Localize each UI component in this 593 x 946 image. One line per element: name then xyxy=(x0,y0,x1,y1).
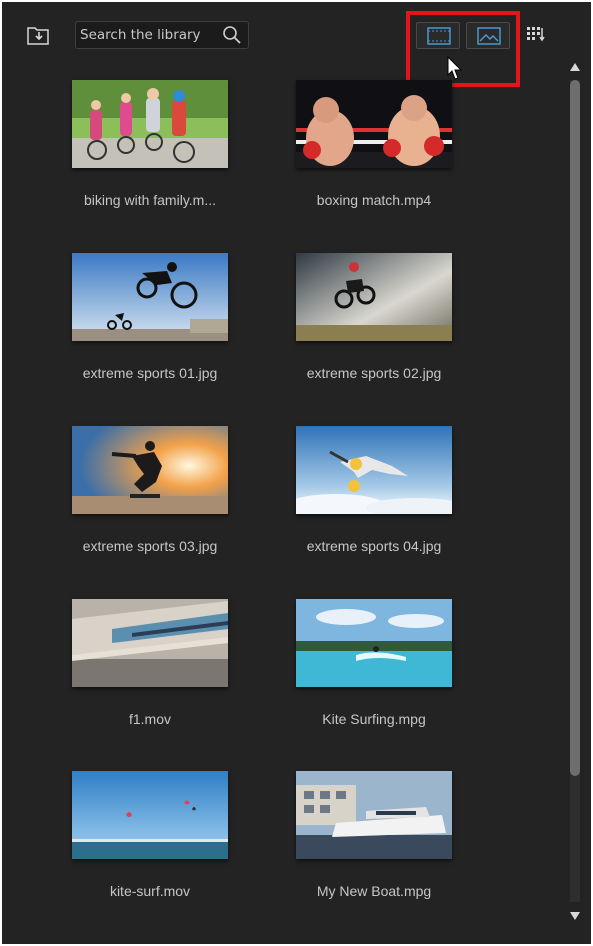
library-item[interactable]: f1.mov xyxy=(50,599,250,759)
library-item[interactable]: Kite Surfing.mpg xyxy=(274,599,474,759)
import-media-button[interactable] xyxy=(26,24,52,46)
mouse-cursor-icon xyxy=(447,56,463,80)
library-item-name: extreme sports 03.jpg xyxy=(82,538,218,554)
search-input[interactable] xyxy=(76,22,222,48)
library-search-box[interactable] xyxy=(75,21,249,49)
import-media-icon xyxy=(27,27,49,45)
library-item[interactable]: extreme sports 01.jpg xyxy=(50,253,250,413)
kites-over-sea-thumbnail[interactable] xyxy=(72,771,228,859)
library-item-name: biking with family.m... xyxy=(84,192,216,208)
library-item[interactable]: biking with family.m... xyxy=(50,80,250,240)
library-item-name: boxing match.mp4 xyxy=(316,192,432,208)
library-item-name: Kite Surfing.mpg xyxy=(322,711,426,727)
annotation-highlight-box xyxy=(406,11,520,87)
library-item[interactable]: extreme sports 03.jpg xyxy=(50,426,250,586)
library-item-name: extreme sports 02.jpg xyxy=(306,365,442,381)
kite-surfing-thumbnail[interactable] xyxy=(296,599,452,687)
library-item[interactable]: kite-surf.mov xyxy=(50,771,250,931)
family-biking-thumbnail[interactable] xyxy=(72,80,228,168)
boxing-match-thumbnail[interactable] xyxy=(296,80,452,168)
library-item-name: My New Boat.mpg xyxy=(316,883,432,899)
library-item[interactable]: My New Boat.mpg xyxy=(274,771,474,931)
sort-view-icon xyxy=(527,27,545,42)
scroll-down-arrow-icon[interactable] xyxy=(569,910,581,922)
motocross-jump-thumbnail[interactable] xyxy=(296,253,452,341)
library-item-name: f1.mov xyxy=(128,711,171,727)
scroll-up-arrow-icon[interactable] xyxy=(569,61,581,73)
skydiver-thumbnail[interactable] xyxy=(296,426,452,514)
library-item[interactable]: extreme sports 04.jpg xyxy=(274,426,474,586)
race-grandstand-thumbnail[interactable] xyxy=(72,599,228,687)
library-item-name: kite-surf.mov xyxy=(109,883,191,899)
search-icon[interactable] xyxy=(222,25,242,45)
skateboard-sunset-thumbnail[interactable] xyxy=(72,426,228,514)
library-item-name: extreme sports 04.jpg xyxy=(306,538,442,554)
scrollbar-thumb[interactable] xyxy=(570,80,580,776)
library-item[interactable]: boxing match.mp4 xyxy=(274,80,474,240)
sort-view-button[interactable] xyxy=(526,26,548,44)
bmx-jump-thumbnail[interactable] xyxy=(72,253,228,341)
yacht-marina-thumbnail[interactable] xyxy=(296,771,452,859)
library-item-name: extreme sports 01.jpg xyxy=(82,365,218,381)
library-item[interactable]: extreme sports 02.jpg xyxy=(274,253,474,413)
